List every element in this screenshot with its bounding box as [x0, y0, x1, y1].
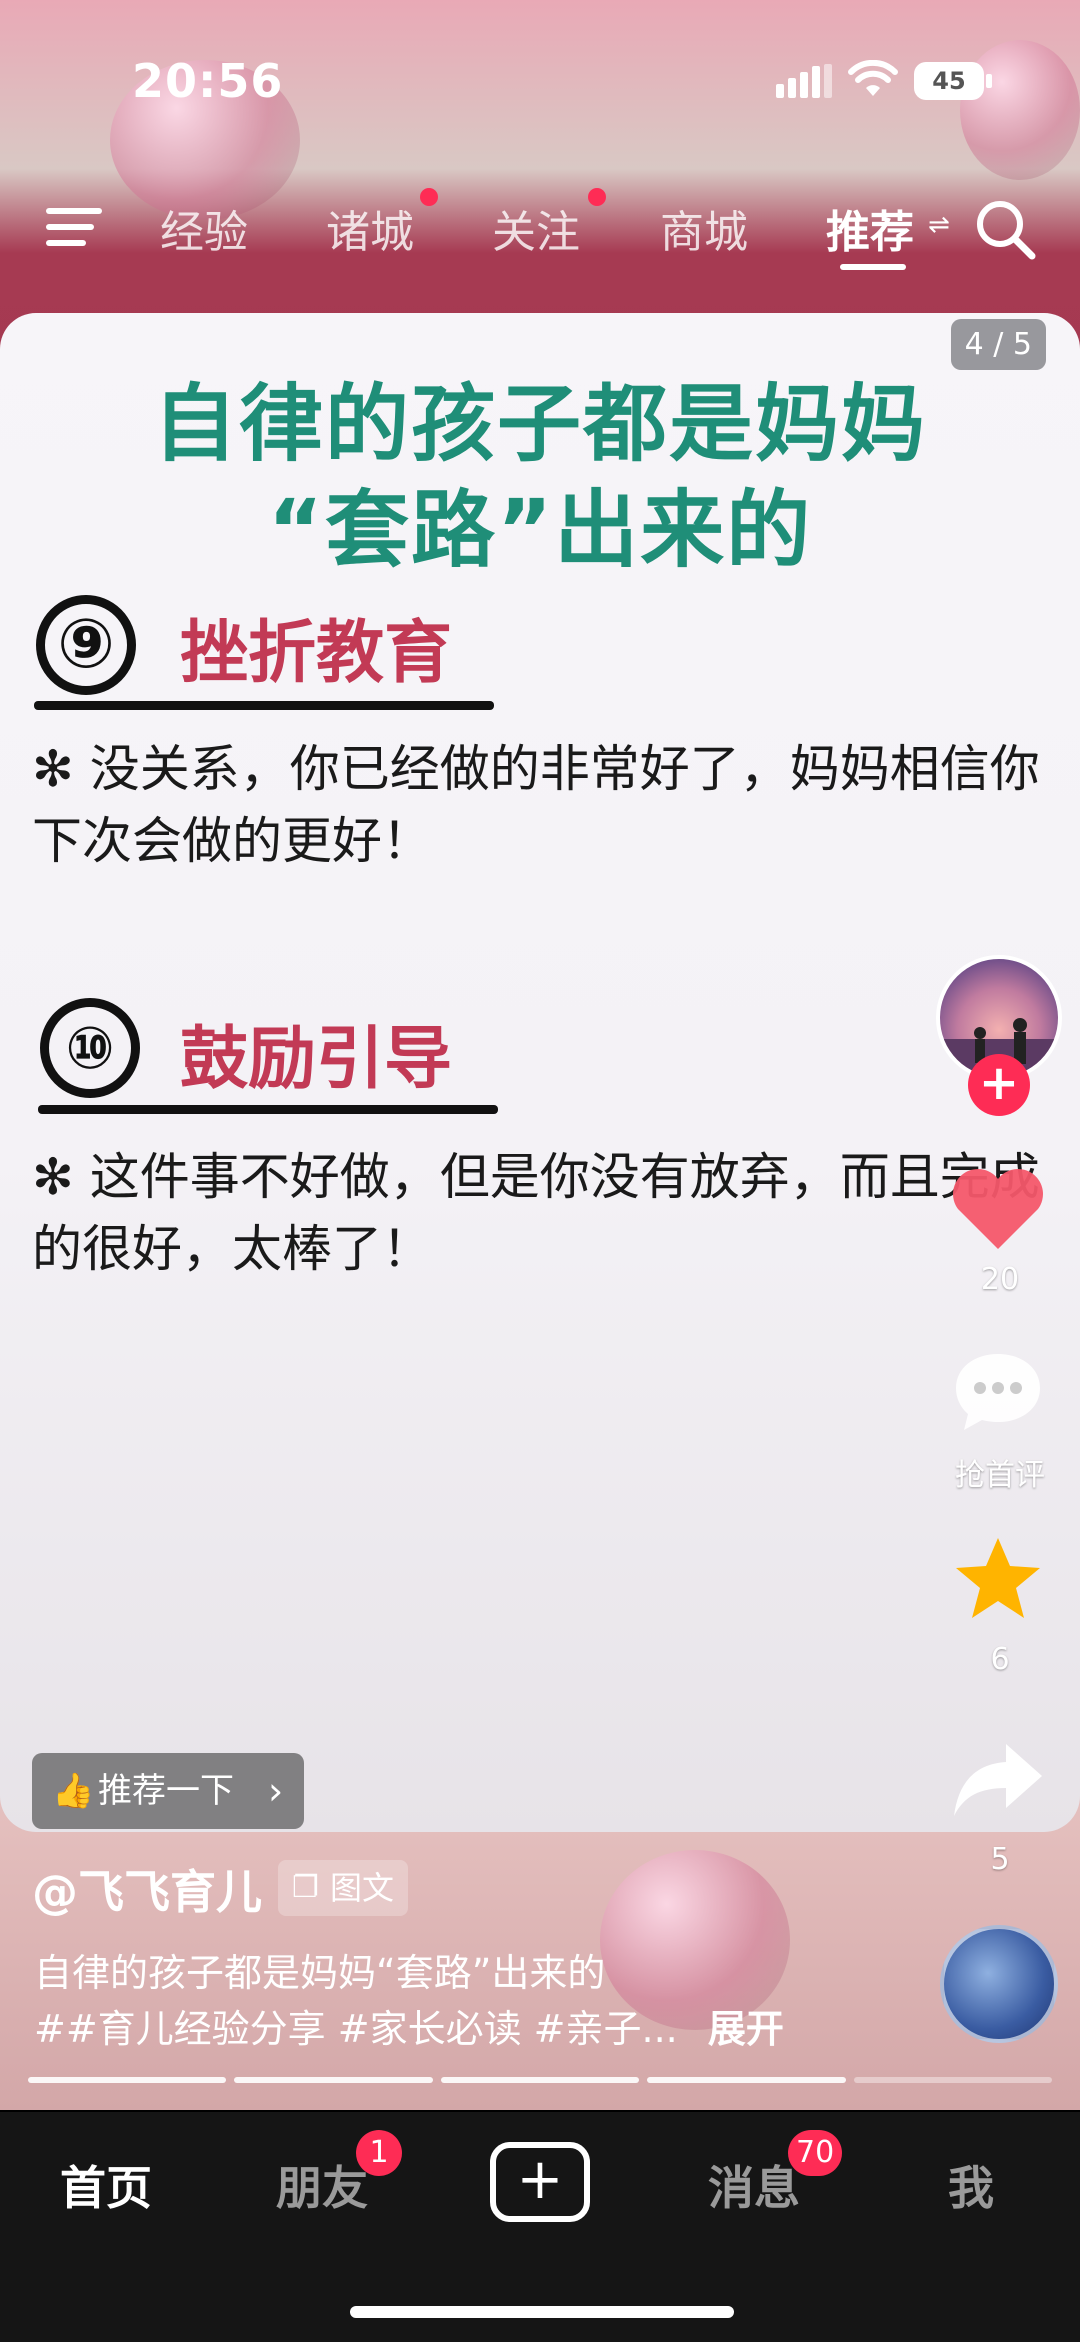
post-title-line2: “套路”出来的	[267, 481, 813, 579]
signal-icon	[776, 64, 832, 98]
recommend-label: 推荐一下	[98, 1771, 234, 1811]
post-title-line1: 自律的孩子都是妈妈	[152, 375, 927, 473]
caption-line2[interactable]: ##育儿经验分享 #家长必读 #亲子...	[34, 2007, 678, 2051]
menu-icon[interactable]	[46, 202, 106, 252]
nav-messages[interactable]: 消息	[708, 2152, 800, 2218]
caption-hashtags: ##育儿经验分享 #家长必读 #亲子... 展开	[34, 1998, 784, 2053]
section-text: ✻ 这件事不好做，但是你没有放弃，而且完成的很好，太棒了！	[32, 1148, 1040, 1278]
section-underline	[38, 1105, 498, 1114]
tab-experience[interactable]: 经验	[160, 196, 248, 260]
comment-icon[interactable]	[952, 1350, 1044, 1434]
post-type-label: 图文	[330, 1869, 395, 1907]
status-time: 20:56	[132, 54, 284, 108]
progress-segment	[234, 2077, 433, 2083]
home-indicator	[350, 2306, 734, 2318]
favorite-star-icon[interactable]	[952, 1534, 1044, 1622]
thumbs-up-icon: 👍	[52, 1771, 95, 1811]
swap-icon: ⇌	[928, 210, 950, 240]
section-text: ✻ 没关系，你已经做的非常好了，妈妈相信你下次会做的更好！	[32, 740, 1040, 870]
friends-badge: 1	[356, 2130, 402, 2176]
expand-link[interactable]: 展开	[708, 2007, 784, 2051]
share-count: 5	[990, 1842, 1010, 1877]
wifi-icon	[848, 60, 898, 96]
tab-following[interactable]: 关注	[492, 196, 580, 260]
comment-label: 抢首评	[955, 1458, 1045, 1493]
section-underline	[34, 701, 494, 710]
tab-mall[interactable]: 商城	[660, 196, 748, 260]
nav-me[interactable]: 我	[948, 2152, 994, 2218]
follow-plus-button[interactable]: +	[968, 1054, 1030, 1116]
tab-notification-dot	[588, 188, 606, 206]
music-disc-icon[interactable]	[940, 1925, 1058, 2043]
share-icon[interactable]	[950, 1740, 1046, 1820]
post-type-badge: ❐ 图文	[278, 1860, 409, 1916]
search-icon[interactable]	[974, 198, 1038, 262]
create-plus-button[interactable]: +	[490, 2142, 590, 2222]
progress-segment	[440, 2077, 640, 2083]
progress-segment	[28, 2077, 227, 2083]
section-number: ⑨	[36, 595, 136, 695]
active-tab-underline	[840, 264, 906, 270]
status-bar: 20:56 45	[0, 40, 1080, 120]
tab-notification-dot	[420, 188, 438, 206]
messages-badge: 70	[788, 2130, 843, 2176]
battery-indicator: 45	[914, 62, 984, 100]
image-text-icon: ❐	[292, 1870, 319, 1905]
section-number: ⑩	[40, 998, 140, 1098]
caption-line1: 自律的孩子都是妈妈“套路”出来的	[34, 1951, 606, 1995]
nav-home[interactable]: 首页	[60, 2152, 152, 2218]
section-title: 挫折教育	[180, 614, 453, 693]
progress-segment	[853, 2077, 1052, 2083]
recommend-button[interactable]: 👍 推荐一下 ›	[32, 1753, 304, 1829]
like-count: 20	[980, 1262, 1020, 1297]
tab-recommend[interactable]: 推荐	[826, 196, 914, 260]
nav-friends[interactable]: 朋友	[276, 2152, 368, 2218]
progress-segment	[647, 2077, 846, 2083]
tab-local-city[interactable]: 诸城	[326, 196, 414, 260]
post-image-card[interactable]: 4 / 5 自律的孩子都是妈妈 “套路”出来的 ⑨ 挫折教育 ✻ 没关系，你已经…	[0, 313, 1080, 1832]
chevron-right-icon: ›	[268, 1769, 284, 1813]
battery-cap	[986, 74, 992, 88]
top-navigation: 经验 诸城 关注 商城 推荐 ⇌	[0, 180, 1080, 280]
favorite-count: 6	[990, 1642, 1010, 1677]
author-name[interactable]: @飞飞育儿	[32, 1856, 262, 1922]
like-heart-icon[interactable]	[950, 1165, 1046, 1253]
section-title: 鼓励引导	[180, 1020, 453, 1099]
